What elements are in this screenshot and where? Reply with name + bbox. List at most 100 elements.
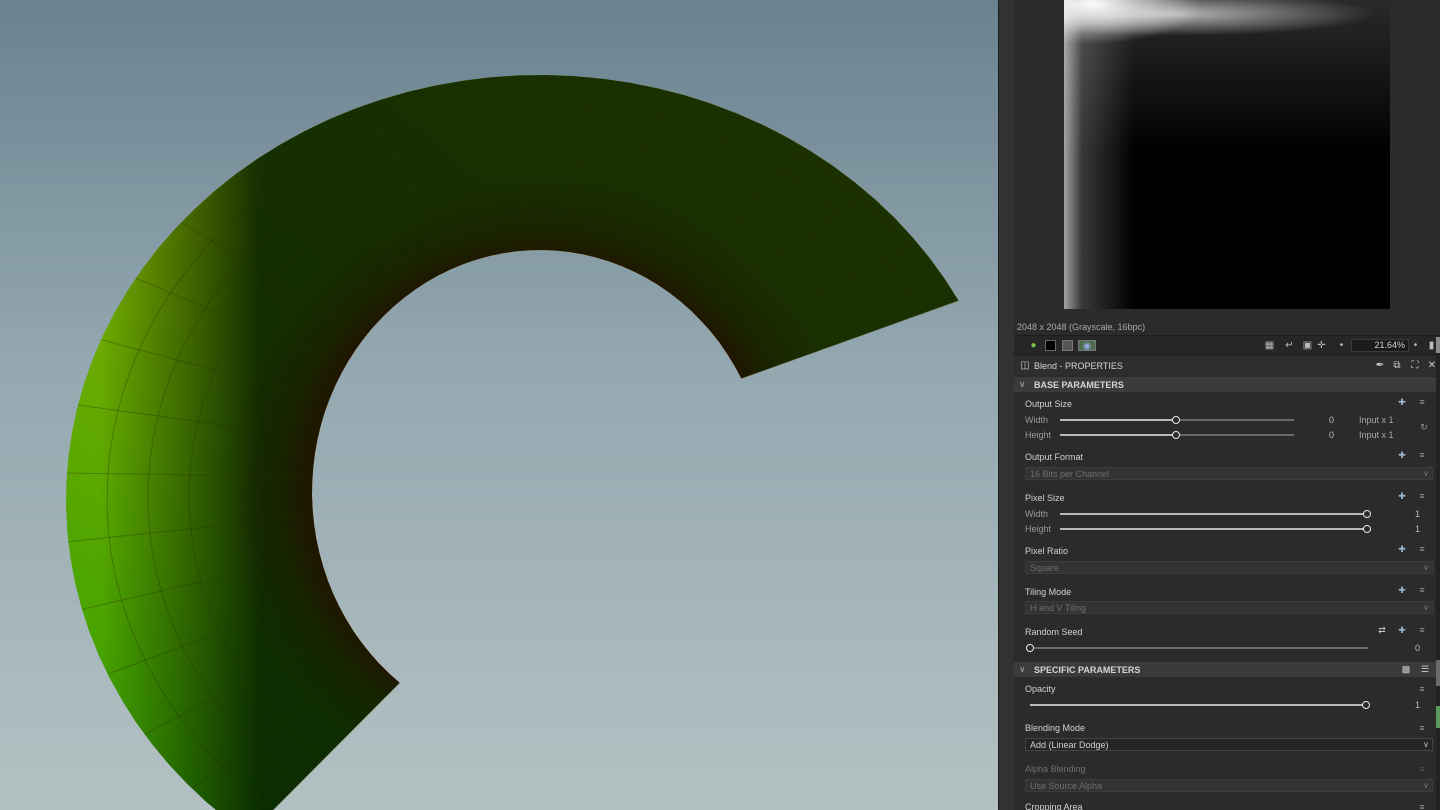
chevron-down-icon: ∨	[1423, 740, 1429, 749]
pixel-height-label: Height	[1025, 524, 1052, 534]
color-mode-icon[interactable]: ◉	[1078, 340, 1096, 352]
function-icon[interactable]: ≡	[1416, 723, 1428, 733]
channels-icon[interactable]: ●	[1028, 340, 1039, 351]
document-icon: ◫	[1020, 360, 1030, 371]
chevron-down-icon: ∨	[1019, 664, 1026, 674]
specific-parameters-section[interactable]: ∨ SPECIFIC PARAMETERS ▩ ☰	[1014, 662, 1440, 677]
preset-icon[interactable]: ▩	[1400, 664, 1412, 675]
expose-parameter-icon[interactable]: ✚	[1396, 491, 1408, 502]
opacity-value[interactable]: 1	[1400, 700, 1420, 710]
maximize-icon[interactable]: ⛶	[1409, 360, 1421, 372]
function-icon[interactable]: ≡	[1416, 397, 1428, 407]
function-icon[interactable]: ≡	[1416, 684, 1428, 694]
scroll-indicator[interactable]	[1436, 337, 1440, 353]
texture-info: 2048 x 2048 (Grayscale, 16bpc)	[1017, 322, 1146, 332]
tiling-mode-dropdown[interactable]: H and V Tiling ∨	[1025, 601, 1433, 614]
random-seed-slider-track[interactable]	[1030, 647, 1368, 649]
tool-icon[interactable]: ↵	[1284, 340, 1295, 351]
pixel-ratio-value: Square	[1030, 563, 1060, 573]
crosshair-icon[interactable]: ✛	[1316, 340, 1327, 351]
function-icon[interactable]: ≡	[1416, 802, 1428, 810]
pixel-height-slider-handle[interactable]	[1363, 525, 1371, 533]
pixel-height-value[interactable]: 1	[1400, 524, 1420, 534]
scroll-indicator[interactable]	[1436, 660, 1440, 686]
expose-parameter-icon[interactable]: ✚	[1396, 625, 1408, 636]
right-panel: 2048 x 2048 (Grayscale, 16bpc) ● ◉ ▦ ↵ ▣…	[1014, 0, 1440, 810]
alpha-blending-dropdown[interactable]: Use Source Alpha ∨	[1025, 779, 1433, 792]
blending-mode-dropdown[interactable]: Add (Linear Dodge) ∨	[1025, 738, 1433, 751]
output-size-label: Output Size	[1025, 399, 1073, 409]
output-format-label: Output Format	[1025, 452, 1084, 462]
output-width-label: Width	[1025, 415, 1049, 425]
output-width-slider-fill	[1060, 419, 1177, 421]
function-icon[interactable]: ≡	[1416, 544, 1428, 554]
background-checker-icon[interactable]	[1062, 340, 1073, 351]
properties-title: Blend - PROPERTIES	[1034, 361, 1123, 371]
output-width-slider-handle[interactable]	[1172, 416, 1180, 424]
blending-mode-label: Blending Mode	[1025, 723, 1086, 733]
zoom-menu-icon[interactable]: •	[1410, 340, 1421, 351]
pixel-width-label: Width	[1025, 509, 1049, 519]
output-width-relative[interactable]: Input x 1	[1359, 415, 1394, 425]
pixel-width-slider-track[interactable]	[1060, 513, 1366, 515]
zoom-dot-icon[interactable]: •	[1336, 340, 1347, 351]
frame-icon[interactable]: ▣	[1302, 340, 1313, 351]
output-height-slider-handle[interactable]	[1172, 431, 1180, 439]
2d-view[interactable]: 2048 x 2048 (Grayscale, 16bpc)	[1014, 0, 1440, 332]
function-icon[interactable]: ≡	[1416, 450, 1428, 460]
3d-viewport[interactable]	[0, 0, 998, 810]
output-height-value[interactable]: 0	[1314, 430, 1334, 440]
chevron-down-icon: ∨	[1423, 469, 1429, 478]
panel-divider[interactable]	[998, 0, 1014, 810]
alpha-blending-label: Alpha Blending	[1025, 764, 1086, 774]
opacity-slider-track[interactable]	[1030, 704, 1366, 706]
background-black-icon[interactable]	[1045, 340, 1056, 351]
chevron-down-icon: ∨	[1423, 563, 1429, 572]
specific-parameters-label: SPECIFIC PARAMETERS	[1034, 665, 1141, 675]
pixel-height-slider-track[interactable]	[1060, 528, 1366, 530]
expose-parameter-icon[interactable]: ✚	[1396, 544, 1408, 555]
blending-mode-value: Add (Linear Dodge)	[1030, 740, 1109, 750]
cropping-area-label: Cropping Area	[1025, 802, 1083, 810]
function-icon[interactable]: ≡	[1416, 491, 1428, 501]
opacity-slider-handle[interactable]	[1362, 701, 1370, 709]
chevron-down-icon: ∨	[1423, 781, 1429, 790]
output-format-value: 16 Bits per Channel	[1030, 469, 1110, 479]
base-parameters-label: BASE PARAMETERS	[1034, 380, 1124, 390]
pin-icon[interactable]: ✒	[1374, 360, 1386, 372]
scroll-indicator[interactable]	[1436, 706, 1440, 728]
base-parameters-section[interactable]: ∨ BASE PARAMETERS	[1014, 377, 1440, 392]
expose-parameter-icon[interactable]: ✚	[1396, 585, 1408, 596]
output-height-relative[interactable]: Input x 1	[1359, 430, 1394, 440]
random-seed-label: Random Seed	[1025, 627, 1083, 637]
function-icon[interactable]: ≡	[1416, 625, 1428, 635]
pixel-width-slider-handle[interactable]	[1363, 510, 1371, 518]
menu-icon[interactable]: ☰	[1419, 664, 1431, 675]
curved-mesh-ring	[66, 75, 959, 810]
grid-icon[interactable]: ▦	[1264, 340, 1275, 351]
texture-preview-image	[1064, 0, 1390, 309]
random-seed-value[interactable]: 0	[1400, 643, 1420, 653]
shuffle-icon[interactable]: ⇄	[1376, 625, 1388, 636]
link-icon[interactable]: ↻	[1418, 422, 1430, 433]
zoom-level-field[interactable]: 21.64%	[1351, 339, 1409, 352]
function-icon[interactable]: ≡	[1416, 585, 1428, 595]
chevron-down-icon: ∨	[1423, 603, 1429, 612]
tiling-mode-value: H and V Tiling	[1030, 603, 1087, 613]
scrollbar[interactable]	[1436, 337, 1440, 810]
pixel-ratio-label: Pixel Ratio	[1025, 546, 1069, 556]
output-format-dropdown[interactable]: 16 Bits per Channel ∨	[1025, 467, 1433, 480]
function-icon[interactable]: ≡	[1416, 764, 1428, 774]
random-seed-slider-handle[interactable]	[1026, 644, 1034, 652]
output-width-value[interactable]: 0	[1314, 415, 1334, 425]
pixel-size-label: Pixel Size	[1025, 493, 1065, 503]
properties-header: ◫ Blend - PROPERTIES ✒ ⧉ ⛶ ✕	[1014, 357, 1440, 375]
pixel-ratio-dropdown[interactable]: Square ∨	[1025, 561, 1433, 574]
expose-parameter-icon[interactable]: ✚	[1396, 450, 1408, 461]
output-height-slider-fill	[1060, 434, 1177, 436]
pixel-width-value[interactable]: 1	[1400, 509, 1420, 519]
float-window-icon[interactable]: ⧉	[1391, 360, 1403, 372]
alpha-blending-value: Use Source Alpha	[1030, 781, 1103, 791]
expose-parameter-icon[interactable]: ✚	[1396, 397, 1408, 408]
output-height-label: Height	[1025, 430, 1052, 440]
